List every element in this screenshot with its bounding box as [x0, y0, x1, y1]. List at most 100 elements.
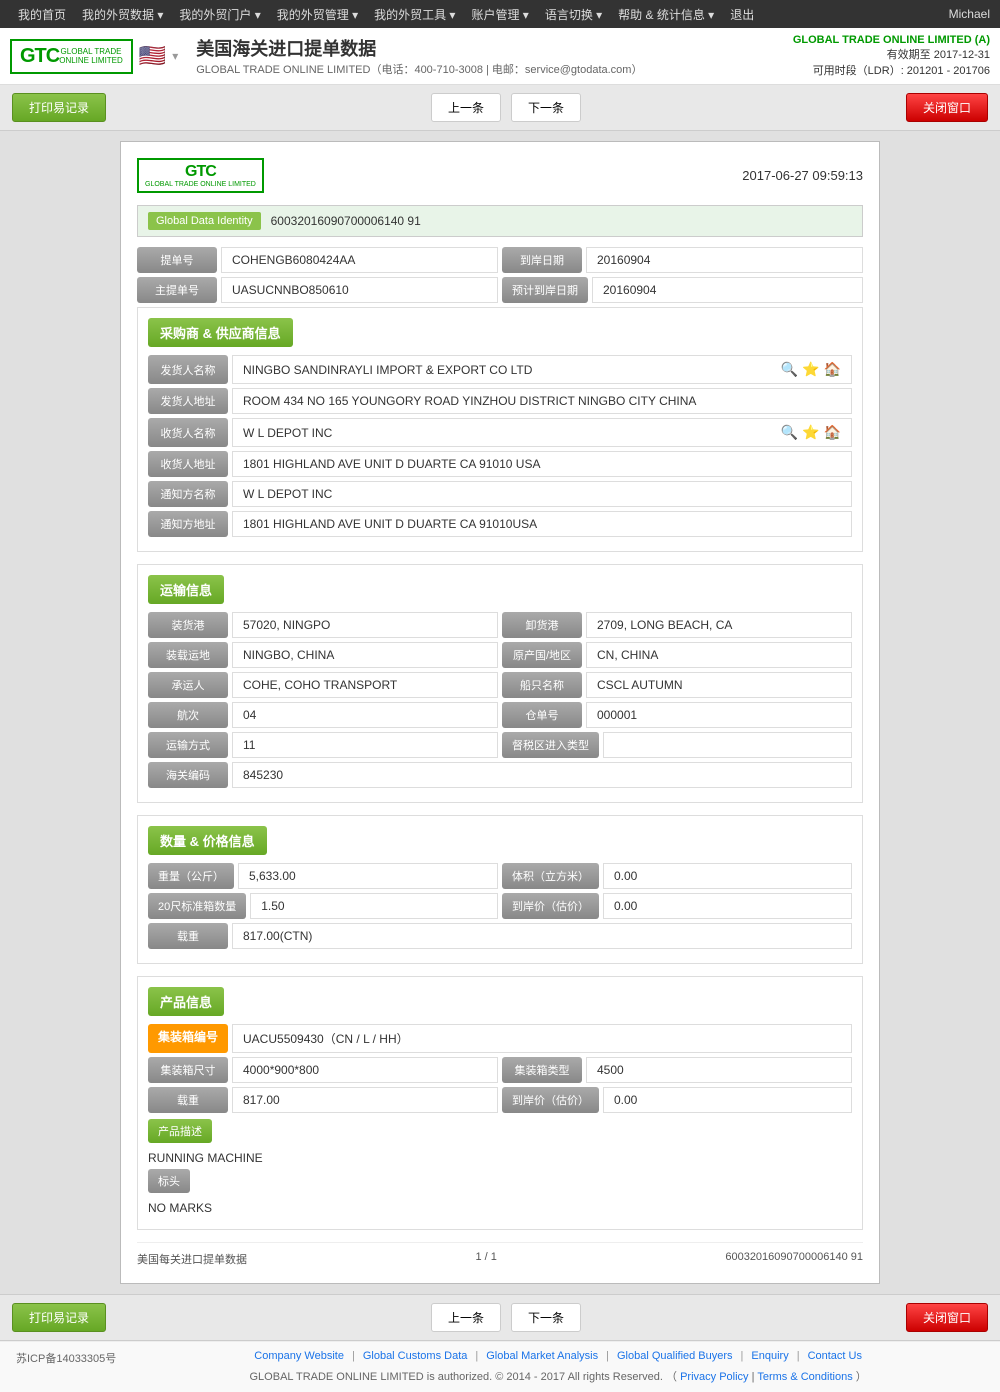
nav-language[interactable]: 语言切换 ▾ [537, 6, 610, 23]
bol-value: 000001 [586, 702, 852, 728]
nav-home[interactable]: 我的首页 [10, 6, 74, 23]
notify-name-row: 通知方名称 W L DEPOT INC [148, 481, 852, 507]
loading-port-value: 57020, NINGPO [232, 612, 498, 638]
nav-portal[interactable]: 我的外贸门户 ▾ [171, 6, 268, 23]
account-validity: 有效期至 2017-12-31 [793, 46, 990, 62]
arrival-date-label: 到岸日期 [502, 247, 582, 273]
footer-terms-link[interactable]: Terms & Conditions [757, 1371, 852, 1383]
consignee-addr-label: 收货人地址 [148, 451, 228, 477]
quantity-price-header: 数量 & 价格信息 [148, 826, 267, 855]
next-button-top[interactable]: 下一条 [511, 93, 581, 122]
notify-name-value: W L DEPOT INC [232, 481, 852, 507]
quantity-price-section: 数量 & 价格信息 重量（公斤） 5,633.00 体积（立方米） 0.00 2… [137, 815, 863, 964]
loading-port-label: 装货港 [148, 612, 228, 638]
consignee-search-icon[interactable]: 🔍 [781, 424, 798, 441]
flag-dropdown-icon[interactable]: ▾ [172, 49, 178, 63]
loading-place-label: 装载运地 [148, 642, 228, 668]
doc-page-info: 1 / 1 [475, 1251, 496, 1267]
container-type-value: 4500 [586, 1057, 852, 1083]
next-button-bottom[interactable]: 下一条 [511, 1303, 581, 1332]
transport-section: 运输信息 装货港 57020, NINGPO 卸货港 2709, LONG BE… [137, 564, 863, 803]
prev-button-top[interactable]: 上一条 [431, 93, 501, 122]
consignee-name-label: 收货人名称 [148, 418, 228, 447]
origin-country-label: 原产国/地区 [502, 642, 582, 668]
footer-link-enquiry[interactable]: Enquiry [751, 1350, 788, 1362]
marks-label: 标头 [148, 1169, 190, 1193]
marks-value: NO MARKS [148, 1197, 852, 1219]
product-section: 产品信息 集装箱编号 UACU5509430（CN / L / HH） 集装箱尺… [137, 976, 863, 1230]
arrival-date-value: 20160904 [586, 247, 863, 273]
shipper-star-icon[interactable]: ⭐ [802, 361, 819, 378]
product-desc-label: 产品描述 [148, 1119, 212, 1143]
prev-button-bottom[interactable]: 上一条 [431, 1303, 501, 1332]
transport-header: 运输信息 [148, 575, 224, 604]
nav-username: Michael [949, 7, 990, 21]
vessel-value: CSCL AUTUMN [586, 672, 852, 698]
unloading-port-value: 2709, LONG BEACH, CA [586, 612, 852, 638]
nav-tools[interactable]: 我的外贸工具 ▾ [366, 6, 463, 23]
consignee-star-icon[interactable]: ⭐ [802, 424, 819, 441]
nav-account[interactable]: 账户管理 ▾ [463, 6, 536, 23]
record-date: 2017-06-27 09:59:13 [742, 168, 863, 183]
volume-label: 体积（立方米） [502, 863, 599, 889]
transport-mode-label: 运输方式 [148, 732, 228, 758]
footer-link-market[interactable]: Global Market Analysis [486, 1350, 598, 1362]
expected-arrival-value: 20160904 [592, 277, 863, 303]
doc-datasource: 美国每关进口提单数据 [137, 1251, 247, 1267]
bill-label: 提单号 [137, 247, 217, 273]
voyage-value: 04 [232, 702, 498, 728]
identity-row: Global Data Identity 6003201609070000614… [137, 205, 863, 237]
arrival-price-value: 0.00 [603, 893, 852, 919]
nav-help[interactable]: 帮助 & 统计信息 ▾ [610, 6, 722, 23]
close-button-bottom[interactable]: 关闭窗口 [906, 1303, 988, 1332]
shipper-home-icon[interactable]: 🏠 [824, 361, 841, 378]
shipper-addr-row: 发货人地址 ROOM 434 NO 165 YOUNGORY ROAD YINZ… [148, 388, 852, 414]
vessel-label: 船只名称 [502, 672, 582, 698]
product-arrival-price-value: 0.00 [603, 1087, 852, 1113]
bol-label: 仓单号 [502, 702, 582, 728]
container-no-row: 集装箱编号 UACU5509430（CN / L / HH） [148, 1024, 852, 1053]
expected-arrival-label: 预计到岸日期 [502, 277, 588, 303]
print-button-bottom[interactable]: 打印易记录 [12, 1303, 106, 1332]
product-header: 产品信息 [148, 987, 224, 1016]
notify-addr-label: 通知方地址 [148, 511, 228, 537]
qp-quantity-value: 817.00(CTN) [232, 923, 852, 949]
product-arrival-price-label: 到岸价（估价） [502, 1087, 599, 1113]
volume-value: 0.00 [603, 863, 852, 889]
footer-link-buyers[interactable]: Global Qualified Buyers [617, 1350, 733, 1362]
footer-links: Company Website | Global Customs Data | … [132, 1350, 984, 1362]
container20-label: 20尺标准箱数量 [148, 893, 246, 919]
consignee-name-value: W L DEPOT INC 🔍 ⭐ 🏠 [232, 418, 852, 447]
footer-link-company[interactable]: Company Website [254, 1350, 344, 1362]
footer-privacy-link[interactable]: Privacy Policy [680, 1371, 748, 1383]
nav-logout[interactable]: 退出 [722, 6, 762, 23]
shipper-name-row: 发货人名称 NINGBO SANDINRAYLI IMPORT & EXPORT… [148, 355, 852, 384]
consignee-home-icon[interactable]: 🏠 [824, 424, 841, 441]
bill-row: 提单号 COHENGB6080424AA 到岸日期 20160904 [137, 247, 863, 273]
footer-link-customs[interactable]: Global Customs Data [363, 1350, 468, 1362]
consignee-addr-row: 收货人地址 1801 HIGHLAND AVE UNIT D DUARTE CA… [148, 451, 852, 477]
container-size-label: 集装箱尺寸 [148, 1057, 228, 1083]
toolbar-bottom: 打印易记录 上一条 下一条 关闭窗口 [0, 1294, 1000, 1341]
flag-icon: 🇺🇸 [139, 43, 166, 69]
buyer-supplier-section: 采购商 & 供应商信息 发货人名称 NINGBO SANDINRAYLI IMP… [137, 307, 863, 552]
carrier-value: COHE, COHO TRANSPORT [232, 672, 498, 698]
notify-addr-row: 通知方地址 1801 HIGHLAND AVE UNIT D DUARTE CA… [148, 511, 852, 537]
product-desc-value: RUNNING MACHINE [148, 1147, 852, 1169]
nav-trade-data[interactable]: 我的外贸数据 ▾ [74, 6, 171, 23]
customs-code-label: 海关编码 [148, 762, 228, 788]
shipper-addr-value: ROOM 434 NO 165 YOUNGORY ROAD YINZHOU DI… [232, 388, 852, 414]
footer-link-contact[interactable]: Contact Us [808, 1350, 862, 1362]
logo: GTC GLOBAL TRADEONLINE LIMITED [10, 39, 133, 74]
notify-name-label: 通知方名称 [148, 481, 228, 507]
notify-addr-value: 1801 HIGHLAND AVE UNIT D DUARTE CA 91010… [232, 511, 852, 537]
shipper-search-icon[interactable]: 🔍 [781, 361, 798, 378]
buyer-supplier-header: 采购商 & 供应商信息 [148, 318, 293, 347]
close-button-top[interactable]: 关闭窗口 [906, 93, 988, 122]
voyage-label: 航次 [148, 702, 228, 728]
loading-place-value: NINGBO, CHINA [232, 642, 498, 668]
consignee-addr-value: 1801 HIGHLAND AVE UNIT D DUARTE CA 91010… [232, 451, 852, 477]
print-button-top[interactable]: 打印易记录 [12, 93, 106, 122]
nav-management[interactable]: 我的外贸管理 ▾ [269, 6, 366, 23]
identity-label: Global Data Identity [148, 212, 261, 230]
